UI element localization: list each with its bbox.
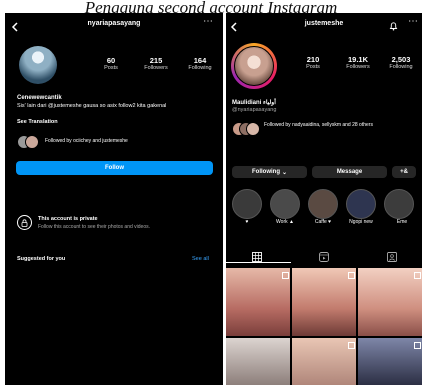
- profile-screen-public: justemeshe ⋯ 210 Posts 19.1K Followers 2…: [226, 13, 422, 385]
- highlight-label: Work ▲: [276, 219, 294, 225]
- followed-by-text[interactable]: Followed by nadyaaidina, sellyskm and 28…: [264, 122, 374, 129]
- follow-button[interactable]: Follow: [16, 161, 213, 175]
- posts-count: 210: [306, 55, 320, 64]
- following-stat[interactable]: 2,503 Following: [382, 55, 420, 70]
- private-account-title: This account is private: [38, 216, 98, 222]
- more-options-icon[interactable]: ⋯: [408, 16, 418, 27]
- multi-photo-icon: [414, 272, 421, 279]
- post-thumbnail[interactable]: [226, 268, 290, 336]
- private-account-subtitle: Follow this account to see their photos …: [38, 224, 151, 230]
- highlight-label: Eme: [396, 219, 408, 225]
- display-name: Maulidiani أولياء: [232, 100, 276, 106]
- profile-avatar[interactable]: [234, 46, 274, 86]
- following-label: Following: [389, 64, 413, 70]
- highlight-item[interactable]: Ngopi new: [344, 189, 378, 225]
- highlight-label: ♥: [245, 219, 249, 225]
- followed-by-text[interactable]: Followed by ociichey and justemeshe: [45, 138, 128, 144]
- notification-bell-icon[interactable]: [389, 18, 398, 36]
- followers-stat[interactable]: 19.1K Followers: [340, 55, 376, 70]
- profile-handle-link[interactable]: @nyariapasayang: [232, 107, 276, 113]
- message-button[interactable]: Message: [312, 166, 387, 178]
- story-highlights: ♥ Work ▲ Caffe ♥ Ngopi new Eme: [230, 189, 422, 241]
- followers-label: Followers: [346, 64, 370, 70]
- post-grid: [226, 268, 422, 385]
- following-label: Following: [188, 65, 212, 71]
- grid-tab-icon[interactable]: [252, 249, 262, 267]
- posts-label: Posts: [306, 64, 320, 70]
- multi-photo-icon: [414, 342, 421, 349]
- multi-photo-icon: [348, 342, 355, 349]
- followers-count: 19.1K: [347, 55, 368, 64]
- reels-tab-icon[interactable]: [319, 249, 329, 267]
- follow-button-label: Follow: [105, 165, 124, 171]
- profile-tab-bar: [226, 247, 422, 263]
- following-count: 164: [193, 56, 207, 65]
- followers-count: 215: [149, 56, 163, 65]
- highlight-label: Ngopi new: [349, 219, 373, 225]
- highlight-label: Caffe ♥: [314, 219, 332, 225]
- active-tab-indicator: [226, 262, 291, 263]
- post-thumbnail[interactable]: [226, 338, 290, 385]
- lock-icon: [17, 215, 32, 230]
- tagged-tab-icon[interactable]: [387, 249, 397, 267]
- following-count: 2,503: [391, 55, 411, 64]
- add-person-icon: +&: [400, 169, 408, 175]
- profile-avatar[interactable]: [19, 46, 57, 84]
- message-button-label: Message: [336, 169, 363, 175]
- multi-photo-icon: [282, 272, 289, 279]
- posts-label: Posts: [104, 65, 118, 71]
- post-thumbnail[interactable]: [358, 268, 422, 336]
- posts-count: 60: [106, 56, 116, 65]
- post-thumbnail[interactable]: [292, 268, 356, 336]
- highlight-item[interactable]: Work ▲: [268, 189, 302, 225]
- mutual-followers-avatars: [232, 121, 262, 136]
- highlight-item[interactable]: ♥: [230, 189, 264, 225]
- see-translation-link[interactable]: See Translation: [17, 119, 58, 125]
- display-name: Cenewewcantik: [17, 95, 62, 101]
- see-all-link[interactable]: See all: [192, 256, 209, 262]
- add-person-button[interactable]: +&: [392, 166, 416, 178]
- highlight-item[interactable]: Caffe ♥: [306, 189, 340, 225]
- following-stat[interactable]: 164 Following: [182, 56, 218, 71]
- post-thumbnail[interactable]: [292, 338, 356, 385]
- post-thumbnail[interactable]: [358, 338, 422, 385]
- multi-photo-icon: [348, 272, 355, 279]
- bio-text: Sis' lain dari @justemeshe gausa so asix…: [17, 103, 167, 109]
- profile-screen-private: nyariapasayang ⋯ 60 Posts 215 Followers …: [5, 13, 223, 385]
- followers-stat[interactable]: 215 Followers: [138, 56, 174, 71]
- followers-label: Followers: [144, 65, 168, 71]
- mutual-followers-avatars: [17, 134, 43, 149]
- highlight-item[interactable]: Eme: [382, 189, 422, 225]
- following-button[interactable]: Following ⌄: [232, 166, 307, 178]
- chevron-down-icon: ⌄: [281, 169, 288, 176]
- suggested-for-you-label: Suggested for you: [17, 256, 66, 262]
- following-button-label: Following: [251, 169, 280, 175]
- profile-username: nyariapasayang: [87, 20, 141, 27]
- more-options-icon[interactable]: ⋯: [203, 16, 213, 27]
